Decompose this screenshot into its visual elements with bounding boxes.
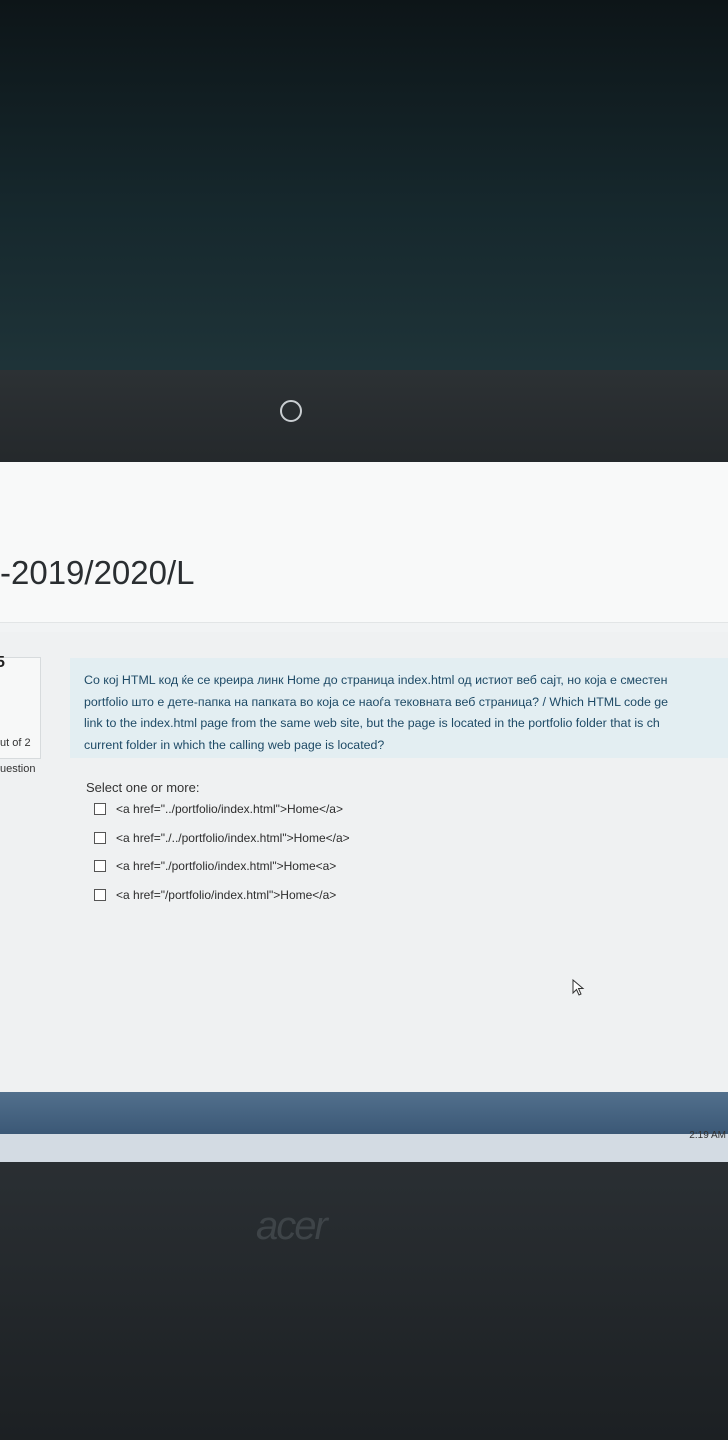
question-text-box: Со кој HTML код ќе се креира линк Home д…: [70, 658, 728, 758]
marked-out-of: ut of 2: [0, 737, 31, 749]
answer-label[interactable]: <a href="./../portfolio/index.html">Home…: [116, 831, 350, 845]
answer-label[interactable]: <a href="/portfolio/index.html">Home</a>: [116, 888, 336, 902]
webcam-icon: [280, 400, 302, 422]
answer-label[interactable]: <a href="./portfolio/index.html">Home<a>: [116, 859, 336, 873]
answer-checkbox[interactable]: [94, 803, 106, 815]
laptop-lower-bezel: acer: [0, 1162, 728, 1440]
question-text: Со кој HTML код ќе се креира линк Home д…: [84, 670, 728, 756]
window-bottom-strip: [0, 1092, 728, 1134]
laptop-screen: -2019/2020/L 5 ut of 2 uestion Со кој HT…: [0, 462, 728, 1162]
flag-question-link[interactable]: uestion: [0, 763, 35, 775]
question-info-panel: 5 ut of 2 uestion: [0, 654, 41, 775]
taskbar: 2:19 AM: [0, 1130, 728, 1162]
taskbar-clock[interactable]: 2:19 AM: [689, 1130, 726, 1141]
question-text-line: link to the index.html page from the sam…: [84, 716, 660, 730]
answer-option[interactable]: <a href="./../portfolio/index.html">Home…: [94, 829, 350, 847]
acer-logo: acer: [256, 1204, 328, 1248]
answer-option[interactable]: <a href="/portfolio/index.html">Home</a>: [94, 886, 336, 904]
answer-option[interactable]: <a href="../portfolio/index.html">Home</…: [94, 800, 343, 818]
background-wall: [0, 0, 728, 380]
answer-checkbox[interactable]: [94, 860, 106, 872]
question-text-line: current folder in which the calling web …: [84, 737, 385, 752]
course-header: -2019/2020/L: [0, 462, 728, 623]
answer-option[interactable]: <a href="./portfolio/index.html">Home<a>: [94, 857, 336, 875]
quiz-content: 5 ut of 2 uestion Со кој HTML код ќе се …: [0, 632, 728, 1132]
question-text-line: Со кој HTML код ќе се креира линк Home д…: [84, 673, 668, 687]
course-title: -2019/2020/L: [0, 554, 195, 591]
mouse-cursor-icon: [572, 979, 585, 996]
select-prompt: Select one or more:: [86, 780, 200, 795]
laptop-top-bezel: [0, 370, 728, 468]
question-number: 5: [0, 654, 5, 671]
answer-label[interactable]: <a href="../portfolio/index.html">Home</…: [116, 802, 343, 816]
answer-checkbox[interactable]: [94, 832, 106, 844]
question-text-line: portfolio што е дете-папка на папката во…: [84, 694, 669, 709]
answer-checkbox[interactable]: [94, 889, 106, 901]
